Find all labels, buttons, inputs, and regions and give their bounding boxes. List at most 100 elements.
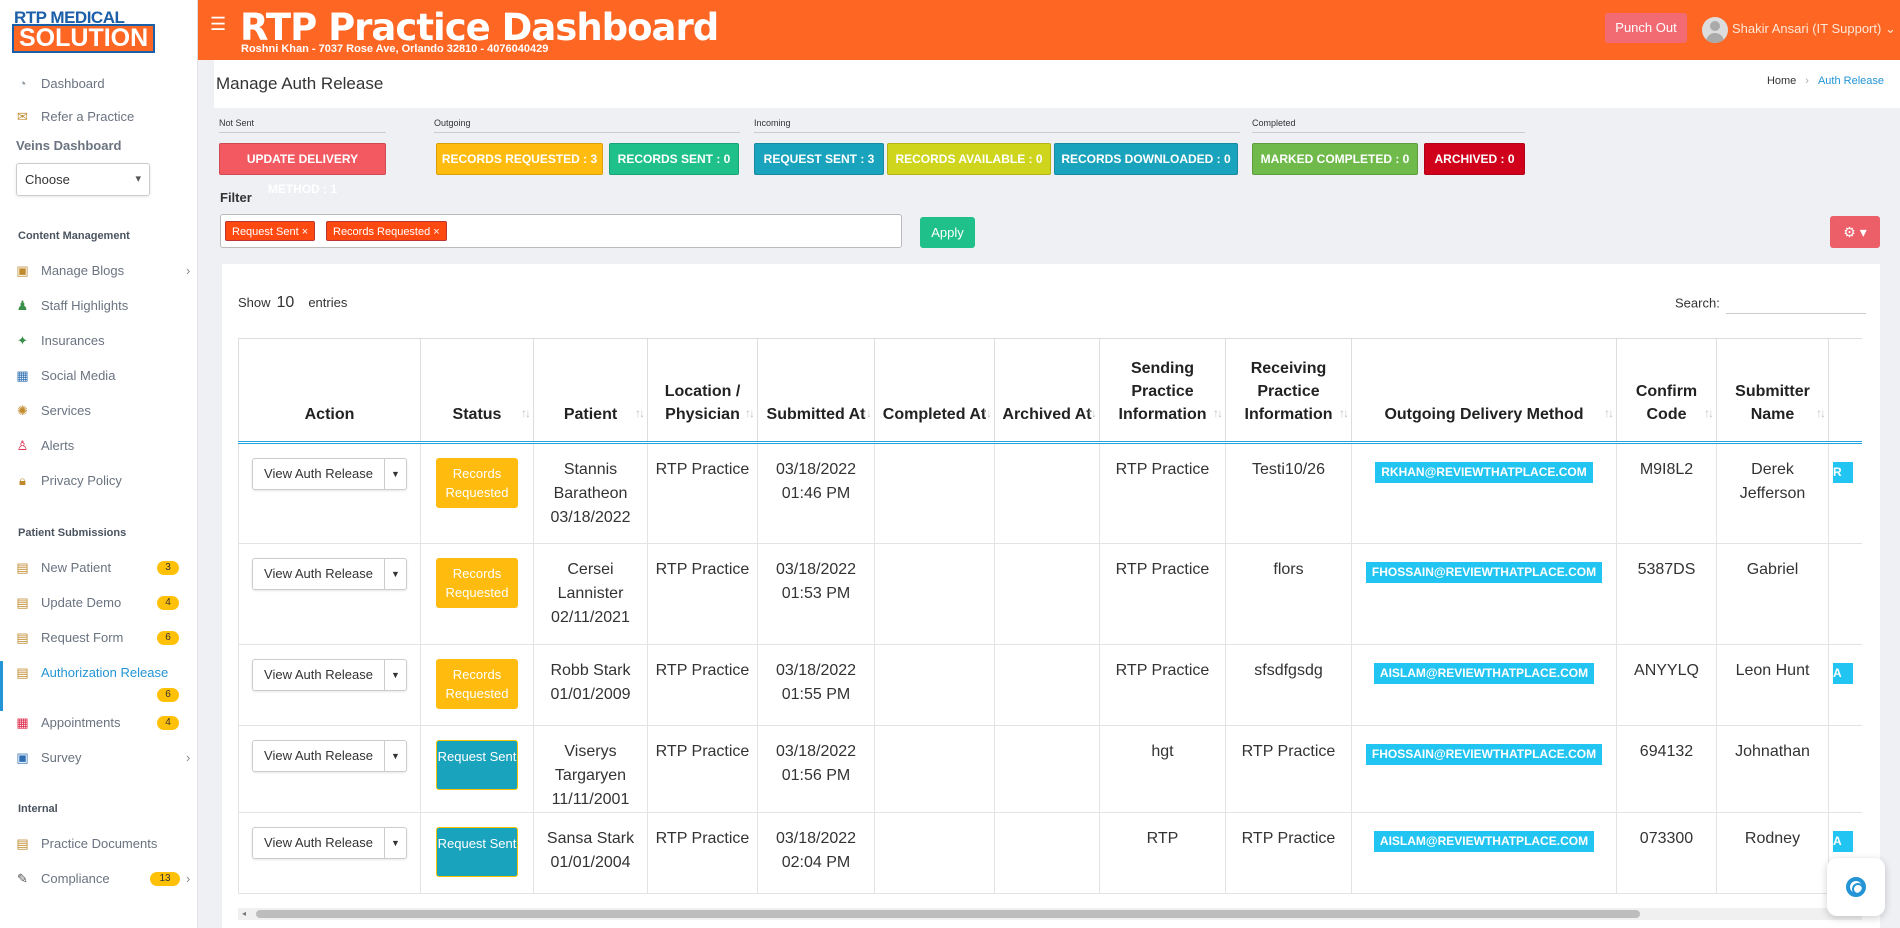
column-header[interactable]: Submitted At ↑↓ — [757, 338, 875, 444]
column-header[interactable]: Confirm Code ↑↓ — [1616, 338, 1717, 444]
sort-icon[interactable]: ↑↓ — [982, 402, 992, 425]
sort-icon[interactable]: ↑↓ — [1816, 402, 1826, 425]
table-scroll[interactable]: Action Status ↑↓ Patient ↑↓ Location / Physic… — [238, 338, 1862, 908]
location-cell: RTP Practice — [655, 662, 750, 679]
caret-down-icon[interactable]: ▼ — [383, 459, 406, 489]
sidebar-item-manage-blogs[interactable]: ▣ Manage Blogs › — [0, 259, 197, 283]
submitter-cell: Johnathan — [1735, 743, 1810, 760]
view-auth-release-button[interactable]: View Auth Release ▼ — [252, 827, 407, 859]
sort-icon[interactable]: ↑↓ — [745, 402, 755, 425]
filter-label: Filter — [220, 190, 252, 205]
records-available-pill[interactable]: RECORDS AVAILABLE : 0 — [887, 143, 1051, 175]
table-row: View Auth Release ▼ Records Requested Robb … — [238, 644, 1862, 726]
close-icon[interactable]: × — [433, 226, 439, 238]
caret-down-icon[interactable]: ▼ — [383, 741, 406, 771]
apply-button[interactable]: Apply — [920, 217, 975, 248]
filter-tag-records-requested[interactable]: Records Requested × — [326, 221, 447, 241]
sort-icon[interactable]: ↑↓ — [635, 402, 645, 425]
table-row: View Auth Release ▼ Records Requested Cerse… — [238, 543, 1862, 645]
sidebar-item-practice-documents[interactable]: ▤ Practice Documents — [0, 832, 197, 856]
marked-completed-pill[interactable]: MARKED COMPLETED : 0 — [1252, 143, 1418, 175]
punch-out-button[interactable]: Punch Out — [1605, 13, 1687, 43]
update-delivery-pill[interactable]: UPDATE DELIVERY METHOD : 1 — [219, 143, 386, 196]
sort-icon[interactable]: ↑↓ — [1213, 402, 1223, 425]
view-auth-release-button[interactable]: View Auth Release ▼ — [252, 458, 407, 490]
horizontal-scrollbar[interactable]: ◂ — [238, 908, 1862, 920]
sidebar-item-dashboard[interactable]: ◔ Dashboard — [0, 72, 197, 96]
sidebar-item-authorization-release[interactable]: ▤ Authorization Release 6 — [0, 661, 197, 711]
column-header[interactable]: Action — [238, 338, 421, 444]
sort-icon[interactable]: ↑↓ — [1339, 402, 1349, 425]
view-auth-release-button[interactable]: View Auth Release ▼ — [252, 558, 407, 590]
column-header[interactable]: Completed At ↑↓ — [874, 338, 995, 444]
sort-icon[interactable]: ↑↓ — [1704, 402, 1714, 425]
filter-input[interactable]: Request Sent × Records Requested × — [220, 214, 902, 248]
column-header[interactable]: Status ↑↓ — [420, 338, 534, 444]
show-entries: Show 10 entries — [238, 294, 348, 311]
sidebar-item-privacy-policy[interactable]: 🔒︎ Privacy Policy — [0, 469, 197, 493]
search-input[interactable] — [1725, 294, 1866, 314]
sidebar-item-refer[interactable]: ✉ Refer a Practice — [0, 105, 197, 129]
sidebar-item-alerts[interactable]: ♙ Alerts — [0, 434, 197, 458]
receiving-practice-cell: RTP Practice — [1241, 743, 1336, 760]
sidebar-item-request-form[interactable]: ▤ Request Form 6 — [0, 626, 197, 650]
records-downloaded-pill[interactable]: RECORDS DOWNLOADED : 0 — [1054, 143, 1238, 175]
confirm-code-cell: M9I8L2 — [1639, 461, 1694, 478]
sidebar-item-update-demo[interactable]: ▤ Update Demo 4 — [0, 591, 197, 615]
submitter-cell: Leon Hunt — [1735, 662, 1810, 679]
sidebar-item-survey[interactable]: ▣ Survey › — [0, 746, 197, 770]
confirm-code-cell: 073300 — [1639, 830, 1694, 847]
sort-icon[interactable]: ↑↓ — [862, 402, 872, 425]
logo[interactable]: RTP MEDICAL SOLUTION — [0, 0, 198, 60]
breadcrumb-home[interactable]: Home — [1767, 75, 1796, 87]
sidebar-item-social-media[interactable]: ▦ Social Media — [0, 364, 197, 388]
caret-down-icon[interactable]: ▼ — [383, 559, 406, 589]
column-header[interactable]: Sending Practice Information ↑↓ — [1099, 338, 1226, 444]
column-header[interactable] — [1828, 338, 1862, 444]
location-cell: RTP Practice — [655, 561, 750, 578]
veins-select[interactable]: Choose — [16, 163, 150, 196]
sidebar-item-compliance[interactable]: ✎ Compliance 13 › — [0, 867, 197, 891]
chevron-right-icon: › — [186, 750, 191, 765]
group-outgoing: Outgoing — [434, 118, 740, 133]
sidebar-item-new-patient[interactable]: ▤ New Patient 3 — [0, 556, 197, 580]
sidebar-item-services[interactable]: ✺ Services — [0, 399, 197, 423]
records-requested-pill[interactable]: RECORDS REQUESTED : 3 — [436, 143, 603, 175]
menu-toggle-icon[interactable]: ☰ — [210, 15, 228, 33]
sidebar-item-staff-highlights[interactable]: ♟ Staff Highlights — [0, 294, 197, 318]
caret-down-icon[interactable]: ▼ — [383, 828, 406, 858]
column-header[interactable]: Archived At ↑↓ — [994, 338, 1100, 444]
close-icon[interactable]: × — [302, 226, 308, 238]
sort-icon[interactable]: ↑↓ — [1087, 402, 1097, 425]
status-badge: Request Sent — [436, 740, 518, 790]
scroll-left-icon[interactable]: ◂ — [242, 908, 246, 920]
sort-icon[interactable]: ↑↓ — [1604, 402, 1614, 425]
help-button[interactable] — [1827, 858, 1885, 916]
column-header[interactable]: Outgoing Delivery Method ↑↓ — [1351, 338, 1617, 444]
chevron-right-icon: › — [186, 263, 191, 278]
column-header[interactable]: Location / Physician ↑↓ — [647, 338, 758, 444]
sort-icon[interactable]: ↑↓ — [521, 402, 531, 425]
submitted-cell: 03/18/2022 01:56 PM — [775, 743, 857, 784]
scrollbar-thumb[interactable] — [256, 910, 1640, 918]
sidebar-item-insurances[interactable]: ✦ Insurances — [0, 329, 197, 353]
column-header[interactable]: Receiving Practice Information ↑↓ — [1225, 338, 1352, 444]
insurance-icon: ✦ — [17, 333, 28, 348]
services-icon: ✺ — [17, 403, 28, 418]
receiving-practice-cell: flors — [1273, 561, 1304, 578]
filter-tag-request-sent[interactable]: Request Sent × — [225, 221, 316, 241]
column-header[interactable]: Patient ↑↓ — [533, 338, 648, 444]
archived-pill[interactable]: ARCHIVED : 0 — [1424, 143, 1525, 175]
settings-button[interactable]: ⚙ ▾ — [1830, 216, 1880, 248]
entries-select[interactable]: 10 — [277, 294, 295, 311]
count-badge: 4 — [157, 596, 179, 610]
request-sent-pill[interactable]: REQUEST SENT : 3 — [754, 143, 884, 175]
view-auth-release-button[interactable]: View Auth Release ▼ — [252, 659, 407, 691]
caret-down-icon[interactable]: ▼ — [383, 660, 406, 690]
records-sent-pill[interactable]: RECORDS SENT : 0 — [609, 143, 739, 175]
view-auth-release-button[interactable]: View Auth Release ▼ — [252, 740, 407, 772]
sidebar-item-appointments[interactable]: ▦ Appointments 4 — [0, 711, 197, 735]
user-menu[interactable]: Shakir Ansari (IT Support) ⌄ — [1702, 15, 1896, 43]
submitted-cell: 03/18/2022 01:53 PM — [775, 561, 857, 602]
column-header[interactable]: Submitter Name ↑↓ — [1716, 338, 1829, 444]
